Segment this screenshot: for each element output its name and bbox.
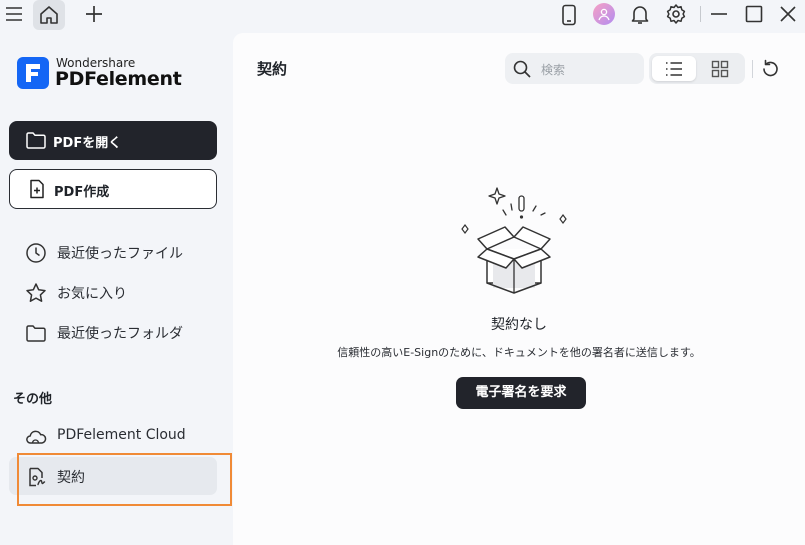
sidebar-item-label: PDFelement Cloud: [57, 427, 186, 443]
cloud-icon: [25, 426, 47, 448]
pdfelement-logo: [17, 57, 49, 89]
sidebar-item-recent-folders[interactable]: 最近使ったフォルダ: [9, 313, 217, 351]
sidebar-item-label: 最近使ったフォルダ: [57, 326, 183, 342]
star-icon: [25, 282, 47, 304]
sidebar-item-recent-files[interactable]: 最近使ったファイル: [9, 233, 217, 271]
create-pdf-button[interactable]: PDF作成: [9, 169, 217, 209]
avatar[interactable]: [593, 3, 615, 25]
sidebar-item-favorites[interactable]: お気に入り: [9, 273, 217, 311]
page-title: 契約: [257, 60, 288, 78]
title-bar: [0, 0, 805, 30]
folder-icon: [25, 322, 47, 344]
request-signature-button[interactable]: 電子署名を要求: [456, 377, 586, 409]
home-icon[interactable]: [33, 0, 65, 30]
open-pdf-button[interactable]: PDFを開く: [9, 121, 217, 160]
folder-icon: [25, 129, 47, 151]
refresh-icon[interactable]: [759, 58, 781, 80]
view-toggle: [649, 53, 745, 84]
list-icon: [665, 61, 683, 77]
empty-state-description: 信頼性の高いE-Signのために、ドキュメントを他の署名者に送信します。: [337, 346, 701, 359]
brand-product: PDFelement: [55, 68, 182, 90]
search-placeholder: 検索: [541, 63, 566, 77]
minimize-icon[interactable]: [709, 4, 729, 24]
list-view-button[interactable]: [652, 56, 696, 81]
create-pdf-label: PDF作成: [54, 185, 110, 200]
clock-icon: [25, 242, 47, 264]
divider: [752, 60, 753, 78]
maximize-icon[interactable]: [744, 4, 764, 24]
grid-icon: [711, 60, 729, 78]
gear-icon[interactable]: [665, 3, 687, 25]
contract-icon: [25, 466, 47, 488]
plus-icon[interactable]: [84, 4, 104, 24]
sidebar-item-cloud[interactable]: PDFelement Cloud: [9, 417, 217, 455]
section-title-other: その他: [13, 392, 53, 407]
search-icon: [512, 59, 532, 79]
divider: [700, 6, 701, 22]
close-icon[interactable]: [778, 4, 798, 24]
sidebar-item-label: 最近使ったファイル: [57, 246, 183, 262]
file-add-icon: [26, 178, 48, 200]
empty-state-title: 契約なし: [491, 317, 547, 333]
sidebar-item-label: 契約: [57, 470, 85, 486]
empty-box-illustration: [457, 187, 573, 299]
search-input[interactable]: 検索: [505, 53, 644, 84]
bell-icon[interactable]: [630, 3, 650, 25]
tablet-icon[interactable]: [559, 3, 579, 27]
grid-view-button[interactable]: [698, 56, 742, 81]
sidebar-item-contract[interactable]: 契約: [9, 457, 217, 495]
menu-icon[interactable]: [4, 4, 24, 24]
open-pdf-label: PDFを開く: [53, 136, 122, 151]
sidebar-item-label: お気に入り: [57, 286, 127, 302]
